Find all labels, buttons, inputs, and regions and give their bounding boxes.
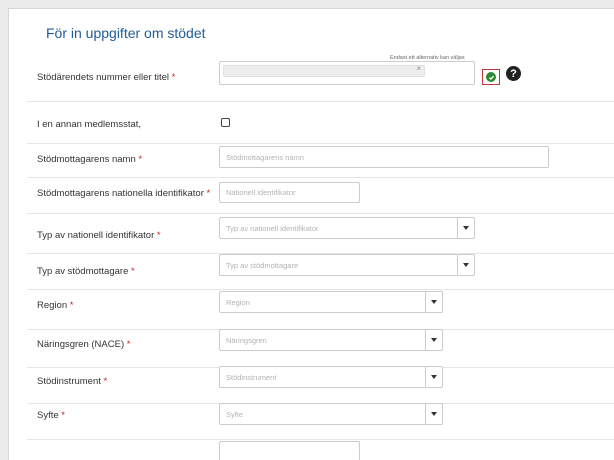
- question-circle-icon[interactable]: ?: [506, 66, 521, 81]
- purpose-dropdown-toggle[interactable]: [425, 404, 442, 424]
- section-title: För in uppgifter om stödet: [46, 25, 206, 41]
- purpose-select[interactable]: Syfte: [219, 403, 443, 425]
- nace-select[interactable]: Näringsgren: [219, 329, 443, 351]
- id-type-placeholder: Typ av nationell identifikator: [226, 223, 319, 233]
- instrument-dropdown-toggle[interactable]: [425, 367, 442, 387]
- region-placeholder: Region: [226, 297, 250, 307]
- recipient-name-label: Stödmottagarens namn *: [37, 154, 143, 165]
- caret-down-icon: [431, 412, 437, 416]
- region-select[interactable]: Region: [219, 291, 443, 313]
- recipient-type-placeholder: Typ av stödmottagare: [226, 260, 299, 270]
- nace-dropdown-toggle[interactable]: [425, 330, 442, 350]
- selected-case-chip: ×: [223, 64, 425, 77]
- case-number-select[interactable]: ×: [219, 61, 475, 85]
- caret-down-icon: [463, 226, 469, 230]
- instrument-placeholder: Stödinstrument: [226, 372, 277, 382]
- caret-down-icon: [431, 300, 437, 304]
- id-type-dropdown-toggle[interactable]: [457, 218, 474, 238]
- recipient-type-dropdown-toggle[interactable]: [457, 255, 474, 275]
- confirm-button[interactable]: [482, 69, 500, 85]
- caret-down-icon: [431, 338, 437, 342]
- case-number-label: Stödärendets nummer eller titel *: [37, 72, 176, 83]
- region-label: Region *: [37, 300, 74, 311]
- check-circle-icon: [486, 72, 496, 82]
- form-page: För in uppgifter om stödet Stödärendets …: [8, 8, 614, 460]
- nace-label: Näringsgren (NACE) *: [37, 339, 131, 350]
- national-id-label: Stödmottagarens nationella identifikator…: [37, 188, 211, 199]
- caret-down-icon: [431, 375, 437, 379]
- id-type-select[interactable]: Typ av nationell identifikator: [219, 217, 475, 239]
- instrument-select[interactable]: Stödinstrument: [219, 366, 443, 388]
- instrument-label: Stödinstrument *: [37, 376, 108, 387]
- recipient-name-input[interactable]: [219, 146, 549, 168]
- next-field-partial[interactable]: [219, 441, 360, 460]
- nace-placeholder: Näringsgren: [226, 335, 267, 345]
- other-member-state-checkbox[interactable]: [221, 118, 230, 127]
- row-other-member-state: I en annan medlemsstat,: [27, 101, 614, 144]
- national-id-input[interactable]: [219, 182, 360, 203]
- recipient-type-select[interactable]: Typ av stödmottagare: [219, 254, 475, 276]
- purpose-placeholder: Syfte: [226, 409, 244, 419]
- region-dropdown-toggle[interactable]: [425, 292, 442, 312]
- other-member-state-label: I en annan medlemsstat,: [37, 119, 142, 130]
- purpose-label: Syfte *: [37, 410, 65, 421]
- recipient-type-label: Typ av stödmottagare *: [37, 266, 135, 277]
- caret-down-icon: [463, 263, 469, 267]
- chip-remove-icon[interactable]: ×: [416, 64, 421, 73]
- id-type-label: Typ av nationell identifikator *: [37, 230, 161, 241]
